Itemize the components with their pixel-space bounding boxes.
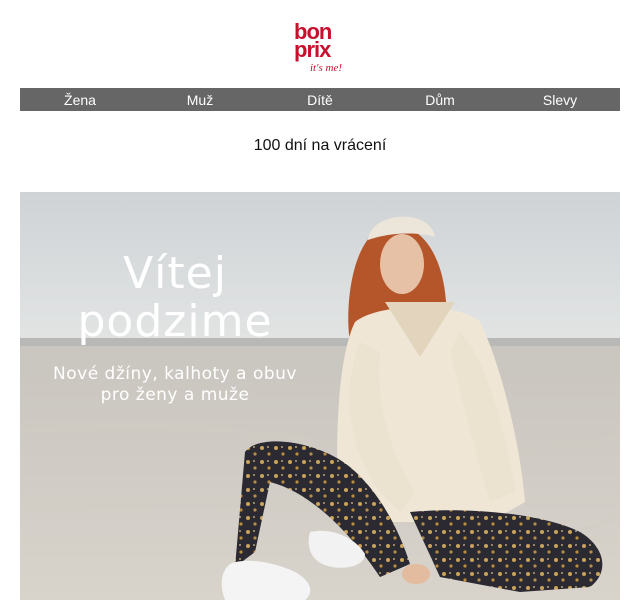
hero-subtitle-line2: pro ženy a muže <box>100 385 250 405</box>
email-page: bon prix it's me! Žena Muž Dítě Dům Slev… <box>0 0 640 600</box>
logo-tagline: it's me! <box>310 62 342 74</box>
nav-item-dite[interactable]: Dítě <box>260 88 380 111</box>
hero-subtitle: Nové džíny, kalhoty a obuv pro ženy a mu… <box>20 364 330 406</box>
hero-banner[interactable]: Vítej podzime Nové džíny, kalhoty a obuv… <box>20 192 620 600</box>
logo-text-prix: prix <box>294 37 331 62</box>
nav-item-slevy[interactable]: Slevy <box>500 88 620 111</box>
bonprix-logo[interactable]: bon prix it's me! <box>292 20 350 78</box>
nav-item-zena[interactable]: Žena <box>20 88 140 111</box>
returns-info: 100 dní na vrácení <box>253 137 387 154</box>
hero-title-line2: podzime <box>77 296 273 347</box>
hero-title-line1: Vítej <box>123 248 227 299</box>
hero-subtitle-line1: Nové džíny, kalhoty a obuv <box>53 364 297 384</box>
category-nav: Žena Muž Dítě Dům Slevy <box>20 88 620 111</box>
hero-title: Vítej podzime <box>20 250 330 346</box>
nav-item-dum[interactable]: Dům <box>380 88 500 111</box>
nav-item-muz[interactable]: Muž <box>140 88 260 111</box>
